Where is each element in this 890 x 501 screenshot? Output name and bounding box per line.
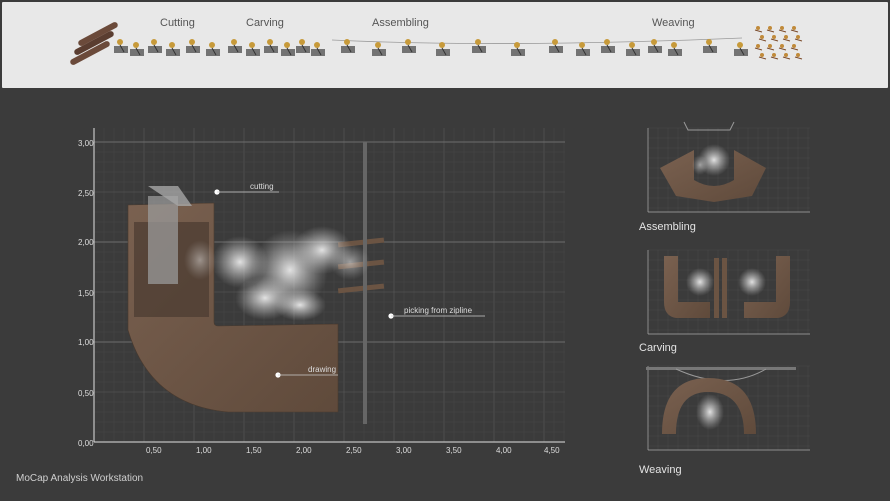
y-tick-labels: 3,00 2,50 2,00 1,50 1,00 0,50 0,00 — [78, 139, 94, 448]
side-view-caption-assembling: Assembling — [639, 221, 696, 233]
side-view-carving — [647, 249, 810, 335]
y-tick-label: 1,50 — [78, 289, 94, 298]
x-tick-label: 2,00 — [296, 446, 312, 455]
y-tick-label: 2,50 — [78, 189, 94, 198]
y-tick-label: 2,00 — [78, 238, 94, 247]
side-view-caption-carving: Carving — [639, 342, 677, 354]
stage-label-cutting: Cutting — [160, 17, 195, 29]
cutting-saw-block — [148, 196, 178, 284]
main-plot: 3,00 2,50 2,00 1,50 1,00 0,50 0,00 0,50 … — [78, 121, 810, 455]
x-tick-label: 2,50 — [346, 446, 362, 455]
x-tick-label: 1,50 — [246, 446, 262, 455]
side-view-caption-weaving: Weaving — [639, 464, 682, 476]
y-tick-label: 3,00 — [78, 139, 94, 148]
y-tick-label: 1,00 — [78, 338, 94, 347]
annotation-drawing-label: drawing — [308, 365, 336, 374]
x-tick-label: 3,50 — [446, 446, 462, 455]
timber-logs — [70, 22, 118, 65]
stage-label-assembling: Assembling — [372, 17, 429, 29]
zipline-post — [363, 142, 367, 424]
annotation-picking-label: picking from zipline — [404, 306, 473, 315]
process-figures — [114, 26, 803, 60]
y-tick-label: 0,50 — [78, 389, 94, 398]
x-tick-label: 3,00 — [396, 446, 412, 455]
timeline-graphic: Cutting Carving Assembling Weaving — [70, 17, 803, 65]
side-view-weaving — [646, 365, 810, 451]
y-tick-label: 0,00 — [78, 439, 94, 448]
main-area: 3,00 2,50 2,00 1,50 1,00 0,50 0,00 0,50 … — [0, 90, 890, 501]
stage-label-weaving: Weaving — [652, 17, 695, 29]
x-tick-label: 0,50 — [146, 446, 162, 455]
zipline-cable — [331, 37, 743, 44]
stage-label-carving: Carving — [246, 17, 284, 29]
annotation-cutting-label: cutting — [250, 182, 274, 191]
x-tick-label: 4,50 — [544, 446, 560, 455]
workstation-title: MoCap Analysis Workstation — [16, 473, 144, 484]
x-tick-label: 4,00 — [496, 446, 512, 455]
process-timeline-strip: Cutting Carving Assembling Weaving — [2, 2, 888, 88]
x-tick-labels: 0,50 1,00 1,50 2,00 2,50 3,00 3,50 4,00 … — [146, 446, 560, 455]
side-view-assembling — [647, 121, 810, 213]
x-tick-label: 1,00 — [196, 446, 212, 455]
